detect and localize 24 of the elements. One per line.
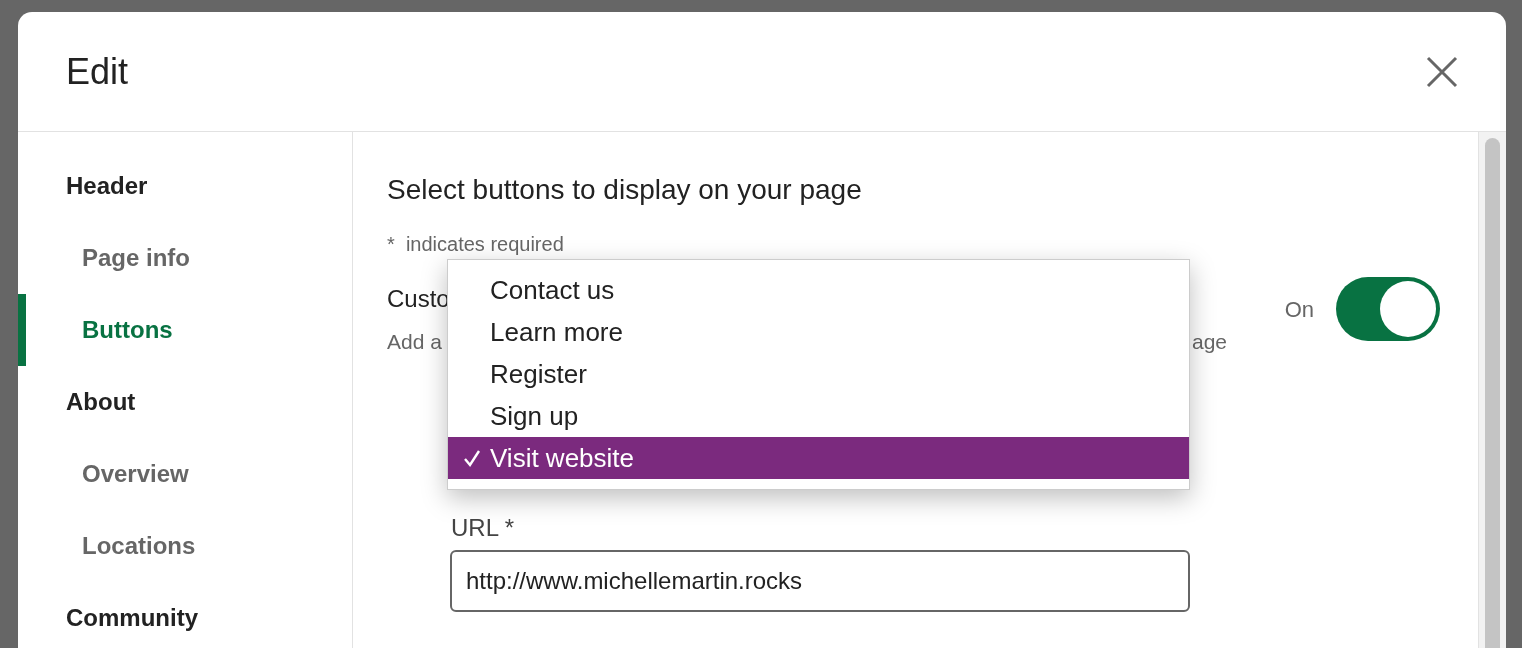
close-icon[interactable] [1426, 55, 1458, 88]
sidebar-item[interactable]: Locations [18, 510, 196, 582]
description-text: Add a [387, 330, 442, 354]
dropdown-option[interactable]: Register [448, 353, 1189, 395]
scrollbar[interactable] [1478, 132, 1506, 648]
description-text: age [1191, 330, 1227, 354]
dropdown-option[interactable]: Sign up [448, 395, 1189, 437]
dialog-title: Edit [66, 50, 129, 93]
sidebar-item[interactable]: Overview [18, 438, 189, 510]
sidebar-item[interactable]: Buttons [18, 294, 173, 366]
sidebar-section[interactable]: About [18, 366, 136, 438]
url-field[interactable]: http://www.michellemartin.rocks [450, 550, 1190, 612]
dropdown-option[interactable]: Visit website [448, 437, 1189, 479]
dropdown-option[interactable]: Contact us [448, 269, 1189, 311]
checkmark-icon [462, 448, 482, 468]
sidebar-item[interactable]: Page info [18, 222, 190, 294]
sidebar-section[interactable]: Header [18, 150, 148, 222]
required-note: * indicates required [387, 233, 565, 256]
field-label: URL * [451, 514, 516, 542]
field-label: Custo [387, 285, 450, 313]
toggle-label: On [1284, 297, 1314, 323]
section-heading: Select buttons to display on your page [387, 174, 863, 206]
dropdown-option[interactable]: Learn more [448, 311, 1189, 353]
sidebar-section[interactable]: Community [18, 582, 198, 648]
